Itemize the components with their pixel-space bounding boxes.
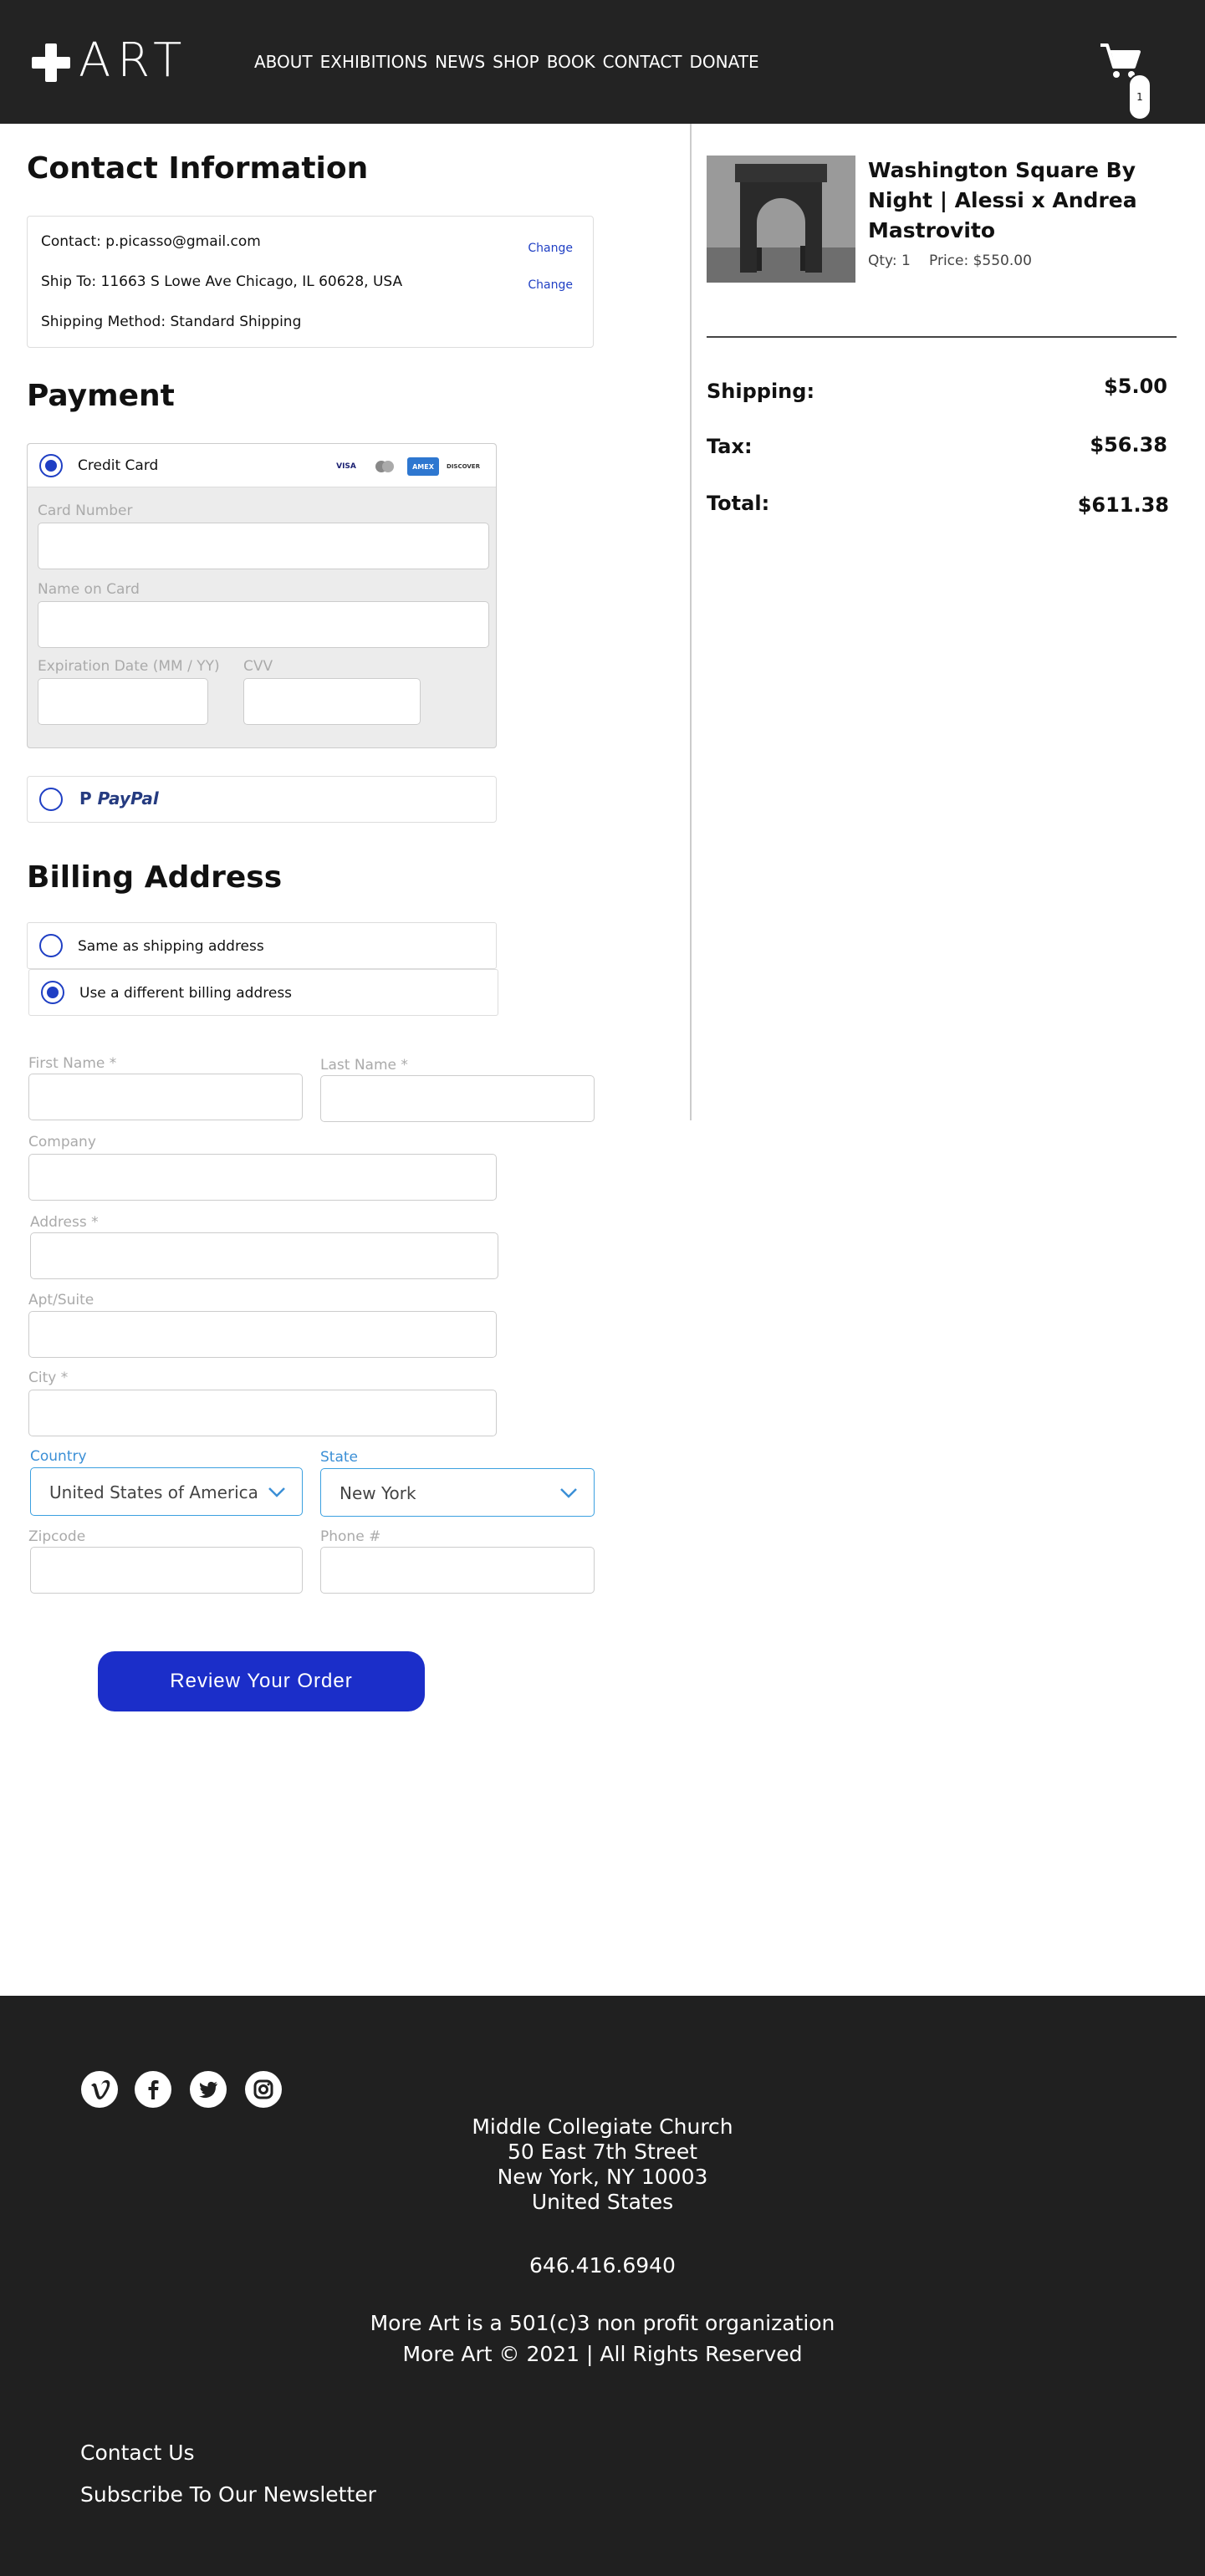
address-line-2: 50 East 7th Street: [507, 2140, 698, 2164]
total-label: Total:: [707, 492, 770, 515]
paypal-logo: P PayPal: [79, 788, 159, 809]
company-label: Company: [28, 1134, 96, 1150]
different-billing-radio[interactable]: [41, 981, 64, 1004]
country-label: Country: [30, 1448, 87, 1465]
chevron-down-icon: [560, 1488, 577, 1498]
name-on-card-input[interactable]: [38, 601, 489, 648]
visa-icon: VISA: [336, 462, 356, 471]
country-value: United States of America: [49, 1482, 258, 1502]
contact-us-link[interactable]: Contact Us: [80, 2441, 195, 2465]
tax-label: Tax:: [707, 435, 753, 458]
same-as-shipping-label: Same as shipping address: [78, 938, 264, 955]
country-select[interactable]: United States of America: [30, 1467, 303, 1516]
site-footer: Middle Collegiate Church 50 East 7th Str…: [0, 1996, 1205, 2576]
paypal-option[interactable]: P PayPal: [27, 776, 497, 823]
product-name: Washington Square By Night | Alessi x An…: [868, 158, 1137, 242]
nav-contact[interactable]: CONTACT: [603, 52, 682, 72]
amex-icon: AMEX: [407, 457, 439, 476]
payment-title: Payment: [27, 379, 175, 413]
phone-label: Phone #: [320, 1528, 381, 1545]
mastercard-icon: [369, 457, 401, 476]
product-thumbnail: [707, 156, 855, 283]
tax-value: $56.38: [1090, 433, 1167, 457]
chevron-down-icon: [268, 1487, 285, 1497]
more-art-logo[interactable]: ART: [32, 33, 219, 88]
change-contact-link[interactable]: Change: [528, 242, 573, 255]
contact-email-line: Contact: p.picasso@gmail.com: [41, 233, 261, 250]
review-order-button[interactable]: Review Your Order: [98, 1651, 425, 1711]
summary-divider: [707, 336, 1177, 338]
zipcode-input[interactable]: [30, 1547, 303, 1594]
footer-phone[interactable]: 646.416.6940: [0, 2253, 1205, 2278]
expiration-date-label: Expiration Date (MM / YY): [38, 658, 220, 675]
zipcode-label: Zipcode: [28, 1528, 86, 1545]
city-label: City *: [28, 1370, 69, 1386]
city-input[interactable]: [28, 1390, 497, 1436]
different-billing-label: Use a different billing address: [79, 985, 293, 1002]
first-name-label: First Name *: [28, 1055, 117, 1072]
copyright-text: More Art © 2021 | All Rights Reserved: [402, 2342, 803, 2366]
cvv-label: CVV: [243, 658, 273, 675]
different-billing-option[interactable]: Use a different billing address: [28, 969, 498, 1016]
facebook-icon[interactable]: [135, 2071, 171, 2108]
product-quantity: Qty: 1: [868, 252, 911, 269]
cart-count-badge: 1: [1128, 74, 1151, 120]
nav-shop[interactable]: SHOP: [493, 52, 539, 72]
state-label: State: [320, 1449, 358, 1466]
last-name-input[interactable]: [320, 1075, 595, 1122]
apt-suite-label: Apt/Suite: [28, 1292, 94, 1308]
state-select[interactable]: New York: [320, 1468, 595, 1517]
credit-card-option[interactable]: Credit Card VISA AMEX DISCOVER: [28, 444, 496, 487]
product-price: Price: $550.00: [929, 252, 1032, 269]
company-input[interactable]: [28, 1154, 497, 1201]
change-ship-to-link[interactable]: Change: [528, 278, 573, 292]
address-line-4: United States: [531, 2190, 674, 2214]
apt-suite-input[interactable]: [28, 1311, 497, 1358]
ship-to-line: Ship To: 11663 S Lowe Ave Chicago, IL 60…: [41, 273, 403, 290]
logo-wordmark: ART: [79, 33, 189, 88]
discover-icon: DISCOVER: [447, 463, 480, 470]
address-label: Address *: [30, 1214, 99, 1231]
address-line-3: New York, NY 10003: [497, 2165, 708, 2189]
expiration-date-input[interactable]: [38, 678, 208, 725]
shipping-label: Shipping:: [707, 380, 815, 403]
nav-book[interactable]: BOOK: [547, 52, 595, 72]
same-as-shipping-option[interactable]: Same as shipping address: [27, 922, 497, 969]
twitter-icon[interactable]: [190, 2071, 227, 2108]
shipping-value: $5.00: [1104, 375, 1167, 398]
name-on-card-label: Name on Card: [38, 581, 140, 598]
card-brand-icons: VISA AMEX DISCOVER: [330, 457, 481, 476]
nav-about[interactable]: ABOUT: [254, 52, 313, 72]
contact-information-title: Contact Information: [27, 151, 369, 186]
plus-logo-icon: [32, 43, 70, 82]
credit-card-panel: Credit Card VISA AMEX DISCOVER Card Numb…: [27, 443, 497, 748]
same-as-shipping-radio[interactable]: [39, 934, 63, 957]
last-name-label: Last Name *: [320, 1057, 408, 1074]
cvv-input[interactable]: [243, 678, 421, 725]
newsletter-link[interactable]: Subscribe To Our Newsletter: [80, 2482, 376, 2507]
nav-news[interactable]: NEWS: [435, 52, 485, 72]
nav-exhibitions[interactable]: EXHIBITIONS: [320, 52, 427, 72]
nonprofit-statement: More Art is a 501(c)3 non profit organiz…: [370, 2311, 835, 2335]
main-nav: ABOUT EXHIBITIONS NEWS SHOP BOOK CONTACT…: [254, 52, 759, 72]
column-divider: [690, 124, 692, 1120]
credit-card-radio[interactable]: [39, 454, 63, 477]
credit-card-label: Credit Card: [78, 457, 159, 474]
billing-address-title: Billing Address: [27, 860, 283, 895]
nav-donate[interactable]: DONATE: [690, 52, 759, 72]
total-value: $611.38: [1077, 493, 1169, 517]
address-input[interactable]: [30, 1232, 498, 1279]
card-number-input[interactable]: [38, 523, 489, 569]
paypal-radio[interactable]: [39, 788, 63, 811]
card-number-label: Card Number: [38, 502, 133, 519]
vimeo-icon[interactable]: [81, 2071, 118, 2108]
state-value: New York: [340, 1483, 416, 1503]
phone-input[interactable]: [320, 1547, 595, 1594]
first-name-input[interactable]: [28, 1074, 303, 1120]
shipping-method-line: Shipping Method: Standard Shipping: [41, 314, 302, 330]
contact-summary-box: Contact: p.picasso@gmail.com Change Ship…: [27, 216, 594, 348]
address-line-1: Middle Collegiate Church: [472, 2114, 733, 2139]
instagram-icon[interactable]: [245, 2071, 282, 2108]
